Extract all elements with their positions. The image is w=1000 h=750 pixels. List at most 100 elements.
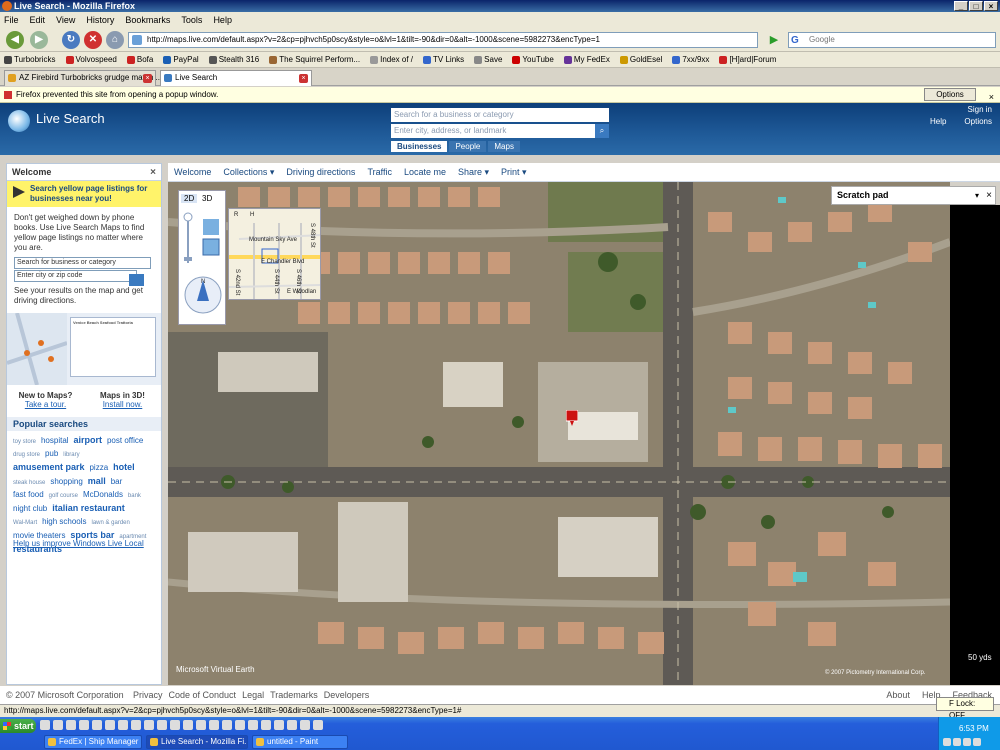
close-window-button[interactable]: ×: [984, 1, 998, 11]
view-3d-button[interactable]: 3D: [199, 194, 215, 203]
help-link[interactable]: Help: [930, 117, 946, 126]
popular-search-link[interactable]: italian restaurant: [52, 503, 125, 513]
address-search-input[interactable]: Enter city, address, or landmark: [391, 124, 595, 138]
panel-business-input[interactable]: Search for business or category: [14, 257, 151, 269]
reload-icon[interactable]: ↻: [62, 31, 80, 49]
close-tab-icon[interactable]: ×: [299, 74, 308, 83]
quick-launch-icon[interactable]: [170, 720, 180, 730]
popup-options-button[interactable]: Options: [924, 88, 976, 101]
quick-launch-icon[interactable]: [261, 720, 271, 730]
quick-launch-icon[interactable]: [209, 720, 219, 730]
popular-search-link[interactable]: shopping: [50, 477, 82, 486]
popular-search-link[interactable]: pub: [45, 449, 58, 458]
footer-trademarks-link[interactable]: Trademarks: [270, 686, 318, 704]
bookmark-item[interactable]: Turbobricks: [4, 55, 56, 64]
close-icon[interactable]: ×: [150, 164, 156, 181]
bookmark-item[interactable]: 7xx/9xx: [672, 55, 709, 64]
popular-search-link[interactable]: library: [63, 452, 79, 458]
tray-icon[interactable]: [973, 738, 981, 746]
bookmark-item[interactable]: Volvospeed: [65, 55, 117, 64]
bookmark-item[interactable]: Stealth 316: [208, 55, 259, 64]
go-arrow-icon[interactable]: ▶: [766, 32, 782, 48]
popular-search-link[interactable]: mall: [88, 476, 106, 486]
quick-launch-icon[interactable]: [66, 720, 76, 730]
location-pin-icon[interactable]: [566, 410, 578, 426]
footer-developers-link[interactable]: Developers: [324, 686, 370, 704]
scratch-pad[interactable]: Scratch pad ▾ ×: [831, 186, 996, 205]
task-fedex[interactable]: FedEx | Ship Manager | S...: [44, 735, 142, 749]
popular-search-link[interactable]: toy store: [13, 439, 36, 445]
search-engine-box[interactable]: G Google: [788, 32, 996, 48]
popular-search-link[interactable]: amusement park: [13, 462, 85, 472]
menu-tools[interactable]: Tools: [181, 15, 202, 25]
forward-icon[interactable]: ▶: [30, 31, 48, 49]
quick-launch-icon[interactable]: [157, 720, 167, 730]
business-search-input[interactable]: Search for a business or category: [391, 108, 609, 122]
quick-launch-icon[interactable]: [235, 720, 245, 730]
start-button[interactable]: start: [0, 719, 36, 733]
quick-launch-icon[interactable]: [196, 720, 206, 730]
menu-help[interactable]: Help: [213, 15, 232, 25]
popular-search-link[interactable]: post office: [107, 436, 143, 445]
tab-live-search[interactable]: Live Search ×: [160, 70, 312, 86]
mini-map[interactable]: R H Mountain Sky Ave E Chandler Blvd S 4…: [228, 208, 321, 300]
quick-launch-icon[interactable]: [40, 720, 50, 730]
bookmark-item[interactable]: [H]ard|Forum: [719, 55, 776, 64]
improve-feedback-link[interactable]: Help us improve Windows Live Local: [13, 539, 144, 548]
menu-view[interactable]: View: [56, 15, 75, 25]
quick-launch-icon[interactable]: [105, 720, 115, 730]
menu-history[interactable]: History: [86, 15, 114, 25]
quick-launch-icon[interactable]: [287, 720, 297, 730]
stop-icon[interactable]: ✕: [84, 31, 102, 49]
toolbar-driving-directions[interactable]: Driving directions: [286, 167, 355, 177]
bookmark-item[interactable]: PayPal: [163, 55, 199, 64]
options-link[interactable]: Options: [964, 117, 992, 126]
toolbar-collections[interactable]: Collections ▾: [223, 167, 274, 178]
popular-search-link[interactable]: hotel: [113, 462, 135, 472]
footer-conduct-link[interactable]: Code of Conduct: [169, 686, 237, 704]
bookmark-item[interactable]: My FedEx: [563, 55, 610, 64]
scope-tab-people[interactable]: People: [449, 141, 487, 152]
toolbar-traffic[interactable]: Traffic: [367, 167, 392, 177]
footer-about-link[interactable]: About: [886, 686, 910, 704]
panel-location-input[interactable]: Enter city or zip code: [14, 270, 137, 282]
task-paint[interactable]: untitled - Paint: [252, 735, 348, 749]
chevron-down-icon[interactable]: ▾: [975, 187, 979, 204]
take-tour-link[interactable]: Take a tour.: [25, 400, 66, 409]
quick-launch-icon[interactable]: [92, 720, 102, 730]
popular-search-link[interactable]: golf course: [49, 493, 78, 499]
popular-search-link[interactable]: airport: [74, 435, 103, 445]
quick-launch-icon[interactable]: [131, 720, 141, 730]
bookmark-item[interactable]: Bofa: [126, 55, 153, 64]
minimize-button[interactable]: _: [954, 1, 968, 11]
maximize-button[interactable]: □: [969, 1, 983, 11]
view-2d-button[interactable]: 2D: [181, 194, 198, 203]
quick-launch-icon[interactable]: [248, 720, 258, 730]
sign-in-link[interactable]: Sign in: [968, 105, 992, 114]
back-icon[interactable]: ◀: [6, 31, 24, 49]
tray-icon[interactable]: [953, 738, 961, 746]
menu-edit[interactable]: Edit: [30, 15, 46, 25]
close-tab-icon[interactable]: ×: [143, 74, 152, 83]
tab-firebird[interactable]: AZ Firebird Turbobricks grudge match ...…: [4, 70, 162, 86]
bookmark-item[interactable]: Index of /: [370, 55, 413, 64]
quick-launch-icon[interactable]: [300, 720, 310, 730]
popular-search-link[interactable]: steak house: [13, 480, 45, 486]
quick-launch-icon[interactable]: [183, 720, 193, 730]
quick-launch-icon[interactable]: [144, 720, 154, 730]
quick-launch-icon[interactable]: [118, 720, 128, 730]
close-icon[interactable]: ×: [986, 187, 992, 204]
quick-launch-icon[interactable]: [274, 720, 284, 730]
popular-search-link[interactable]: fast food: [13, 490, 44, 499]
footer-legal-link[interactable]: Legal: [242, 686, 264, 704]
tray-icon[interactable]: [963, 738, 971, 746]
panel-search-button[interactable]: [129, 274, 144, 286]
popular-search-link[interactable]: bank: [128, 493, 141, 499]
tray-icon[interactable]: [943, 738, 951, 746]
bookmark-item[interactable]: The Squirrel Perform...: [269, 55, 360, 64]
install-now-link[interactable]: Install now.: [103, 400, 143, 409]
quick-launch-icon[interactable]: [53, 720, 63, 730]
url-bar[interactable]: http://maps.live.com/default.aspx?v=2&cp…: [128, 32, 758, 48]
quick-launch-icon[interactable]: [79, 720, 89, 730]
popular-search-link[interactable]: drug store: [13, 452, 40, 458]
